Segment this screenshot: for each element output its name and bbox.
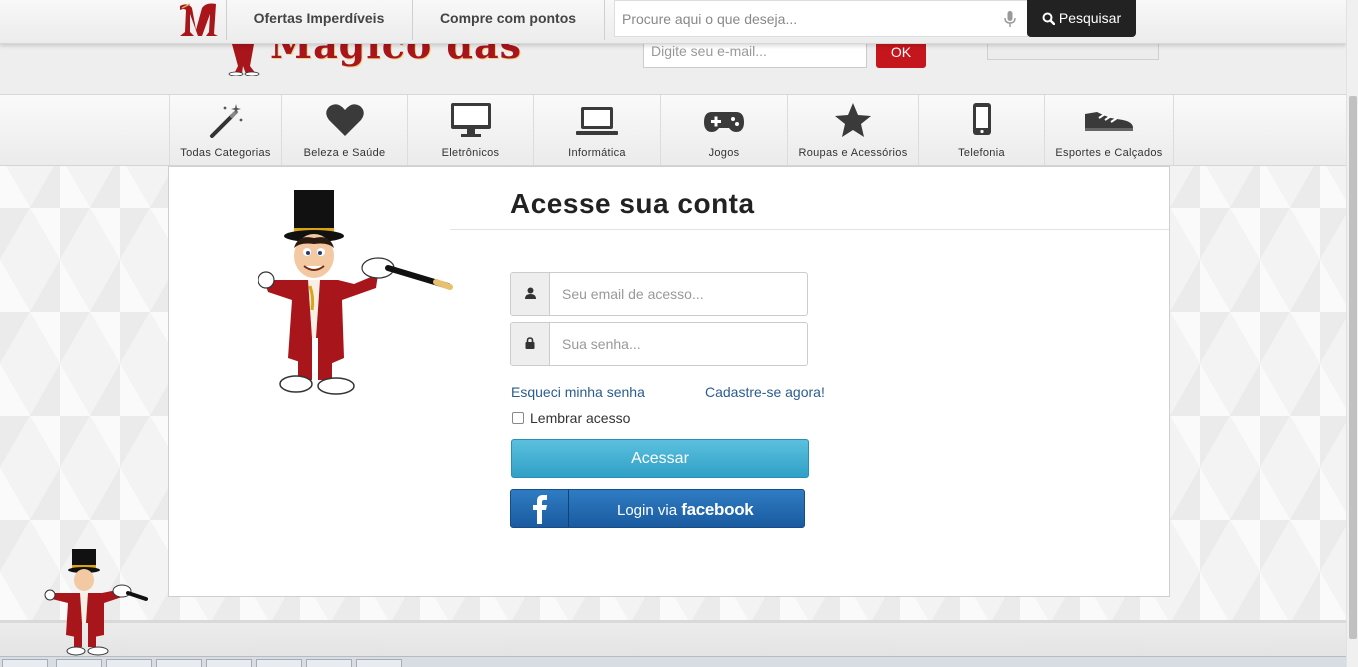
microphone-icon[interactable] [1004,11,1016,28]
gamepad-icon [704,112,744,132]
password-addon [511,323,550,365]
smartphone-icon [972,103,991,135]
laptop-icon [576,107,618,135]
taskbar-item[interactable] [106,659,152,667]
category-informatica[interactable]: Informática [533,95,660,165]
monitor-icon [450,103,491,137]
facebook-logo-area [511,490,569,527]
category-esportes[interactable]: Esportes e Calçados [1044,95,1174,165]
facebook-prefix: Login via [617,502,678,519]
lock-icon [525,337,535,349]
taskbar-item[interactable] [56,659,102,667]
category-label: Esportes e Calçados [1055,147,1163,159]
category-todas[interactable]: Todas Categorias [169,95,281,165]
category-telefonia[interactable]: Telefonia [918,95,1044,165]
remember-checkbox-row[interactable]: Lembrar acesso [512,410,630,426]
email-addon [511,273,550,315]
category-label: Roupas e Acessórios [798,147,908,159]
search-placeholder: Procure aqui o que deseja... [622,11,798,27]
signup-link[interactable]: Cadastre-se agora! [705,384,825,400]
vertical-scrollbar[interactable] [1346,0,1358,667]
taskbar-item[interactable] [206,659,252,667]
taskbar-item[interactable] [2,659,48,667]
search-button[interactable]: Pesquisar [1027,0,1136,37]
facebook-button-label: Login via facebook [617,500,754,520]
top-navbar: Ofertas Imperdíveis Compre com pontos Pr… [0,0,1346,44]
footer-strip [0,620,1346,656]
category-label: Beleza e Saúde [303,147,386,159]
category-jogos[interactable]: Jogos [660,95,787,165]
search-input[interactable]: Procure aqui o que deseja... [614,0,1028,37]
email-placeholder: Seu email de acesso... [562,286,704,302]
category-label: Informática [568,147,626,159]
login-title: Acesse sua conta [510,188,755,219]
nav-link-ofertas[interactable]: Ofertas Imperdíveis [227,0,411,37]
search-button-label: Pesquisar [1058,10,1122,26]
logo-mascot-icon [228,44,260,76]
remember-label: Lembrar acesso [530,410,631,426]
taskbar-item[interactable] [256,659,302,667]
taskbar-item[interactable] [356,659,402,667]
password-placeholder: Sua senha... [562,336,641,352]
category-eletronicos[interactable]: Eletrônicos [407,95,533,165]
category-beleza[interactable]: Beleza e Saúde [281,95,407,165]
password-field[interactable]: Sua senha... [510,322,808,366]
category-roupas[interactable]: Roupas e Acessórios [787,95,918,165]
category-nav: Todas Categorias Beleza e Saúde Eletrôni… [0,94,1346,166]
scrollbar-thumb[interactable] [1349,96,1357,639]
facebook-f-icon [533,495,547,524]
magician-mascot-image [258,190,453,395]
title-divider [450,229,1169,230]
category-label: Jogos [708,147,740,159]
forgot-password-link[interactable]: Esqueci minha senha [511,384,645,400]
category-label: Eletrônicos [441,147,500,159]
facebook-login-button[interactable]: Login via facebook [510,489,805,528]
sneaker-icon [1085,112,1133,131]
search-icon [1042,12,1055,25]
taskbar-item[interactable] [306,659,352,667]
category-label: Telefonia [958,147,1005,159]
category-label: Todas Categorias [180,147,271,159]
login-submit-button[interactable]: Acessar [511,439,809,478]
star-icon [835,103,871,137]
newsletter-placeholder: Digite seu e-mail... [651,43,767,59]
heart-icon [325,104,364,136]
magic-wand-icon [209,104,242,138]
nav-link-pontos[interactable]: Compre com pontos [413,0,603,37]
email-field[interactable]: Seu email de acesso... [510,272,808,316]
taskbar-item[interactable] [156,659,202,667]
user-icon [525,287,536,299]
facebook-brand: facebook [681,500,754,519]
remember-checkbox[interactable] [512,412,524,424]
floating-mascot-image[interactable] [44,549,148,657]
brand-monogram-icon[interactable] [176,0,224,40]
